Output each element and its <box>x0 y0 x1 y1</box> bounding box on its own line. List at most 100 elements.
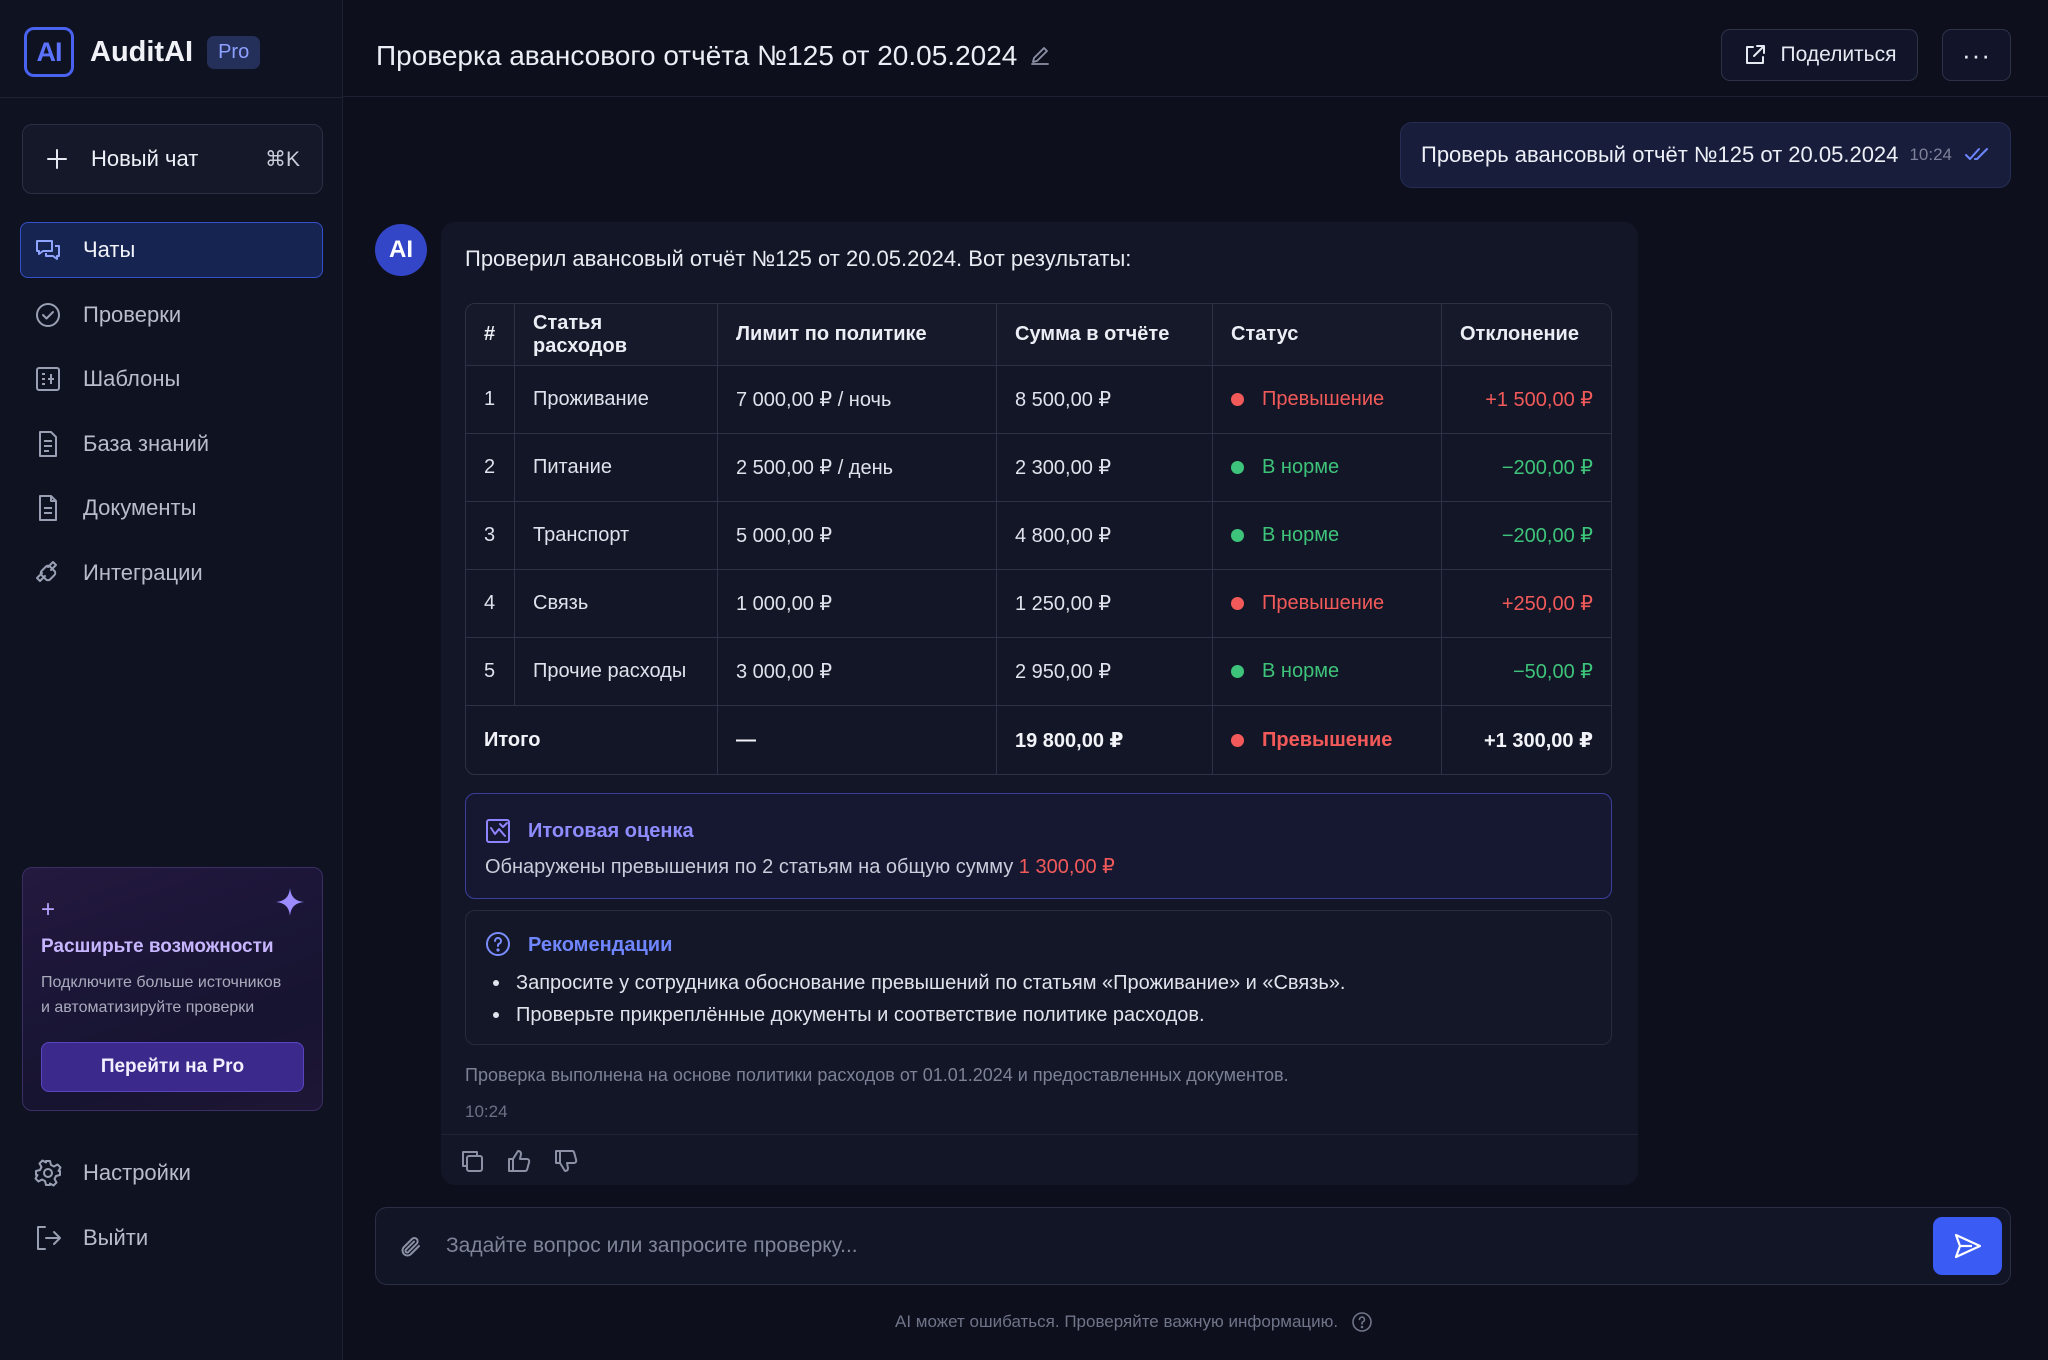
chat-icon <box>36 240 60 260</box>
recommendations-list: Запросите у сотрудника обоснование превы… <box>493 967 1345 1031</box>
message-input[interactable] <box>446 1226 1886 1266</box>
attach-icon[interactable] <box>398 1234 424 1260</box>
column-header: Лимит по политике <box>718 304 997 366</box>
table-row: 1 Проживание 7 000,00 ₽ / ночь 8 500,00 … <box>466 366 1611 434</box>
share-icon <box>1745 45 1765 64</box>
status-dot-icon <box>1231 393 1244 406</box>
sidebar-item-integrations[interactable]: Интеграции <box>20 545 323 601</box>
status-dot-icon <box>1231 461 1244 474</box>
sidebar-item-chats[interactable]: Чаты <box>20 222 323 278</box>
expense-item: Прочие расходы <box>515 638 718 706</box>
status-badge: Превышение <box>1262 728 1393 751</box>
ai-avatar: AI <box>375 224 427 276</box>
column-header: Сумма в отчёте <box>997 304 1213 366</box>
sidebar-item-checks[interactable]: Проверки <box>20 287 323 343</box>
policy-limit: 5 000,00 ₽ <box>718 502 997 570</box>
sidebar-item-label: Шаблоны <box>83 366 181 391</box>
expense-item: Транспорт <box>515 502 718 570</box>
summary-box: Итоговая оценка Обнаружены превышения по… <box>465 793 1612 899</box>
promo-title: Расширьте возможности <box>41 936 274 957</box>
status-badge: Превышение <box>1262 592 1385 614</box>
total-limit: — <box>718 706 997 774</box>
thumbs-up-icon[interactable] <box>506 1148 532 1174</box>
upgrade-to-pro-button[interactable]: Перейти на Pro <box>41 1042 304 1092</box>
sidebar-item-label: Настройки <box>83 1160 191 1185</box>
app-logo-icon: AI <box>24 27 74 77</box>
user-message-bubble: Проверь авансовый отчёт №125 от 20.05.20… <box>1400 122 2011 188</box>
card-divider <box>441 1134 1638 1135</box>
total-label: Итого <box>466 706 718 774</box>
table-total-row: Итого — 19 800,00 ₽ Превышение +1 300,00… <box>466 706 1611 774</box>
upgrade-promo-card: + Расширьте возможности Подключите больш… <box>22 867 323 1111</box>
summary-text-body: Обнаружены превышения по 2 статьям на об… <box>485 856 1014 878</box>
status-badge: В норме <box>1262 524 1340 546</box>
plus-icon <box>47 149 67 169</box>
share-button[interactable]: Поделиться <box>1721 29 1918 81</box>
deviation: −50,00 ₽ <box>1442 638 1611 706</box>
ai-intro-text: Проверил авансовый отчёт №125 от 20.05.2… <box>465 246 1132 271</box>
sidebar-item-label: Выйти <box>83 1224 149 1250</box>
sidebar-bottom-nav: Настройки Выйти <box>20 1145 323 1274</box>
row-number: 5 <box>466 638 515 706</box>
row-number: 3 <box>466 502 515 570</box>
deviation: −200,00 ₽ <box>1442 502 1611 570</box>
list-item: Запросите у сотрудника обоснование превы… <box>493 967 1345 999</box>
total-deviation: +1 300,00 ₽ <box>1483 729 1593 752</box>
row-number: 2 <box>466 434 515 502</box>
recommendations-box: Рекомендации Запросите у сотрудника обос… <box>465 910 1612 1045</box>
double-check-icon <box>1965 148 1988 160</box>
page-title: Проверка авансового отчёта №125 от 20.05… <box>376 40 1018 71</box>
logout-icon <box>37 1225 61 1250</box>
check-circle-icon <box>36 302 60 327</box>
policy-limit: 3 000,00 ₽ <box>718 638 997 706</box>
sidebar-item-label: Интеграции <box>83 559 203 585</box>
sidebar-item-templates[interactable]: Шаблоны <box>20 351 323 407</box>
table-row: 4 Связь 1 000,00 ₽ 1 250,00 ₽ Превышение… <box>466 570 1611 638</box>
policy-limit: 7 000,00 ₽ / ночь <box>718 366 997 434</box>
deviation: −200,00 ₽ <box>1442 434 1611 502</box>
status-dot-icon <box>1231 597 1244 610</box>
brand[interactable]: AI AuditAI Pro <box>24 27 261 77</box>
sidebar-nav: Чаты Проверки Шаблоны База знаний Докуме… <box>20 222 323 609</box>
report-amount: 4 800,00 ₽ <box>997 502 1213 570</box>
status-dot-icon <box>1231 529 1244 542</box>
summary-title: Итоговая оценка <box>528 820 694 842</box>
row-number: 1 <box>466 366 515 434</box>
sidebar-item-documents[interactable]: Документы <box>20 480 323 536</box>
sidebar-item-label: Проверки <box>83 301 182 327</box>
table-header-row: # Статья расходов Лимит по политике Сумм… <box>466 304 1611 366</box>
edit-title-icon[interactable] <box>1029 44 1051 66</box>
status-cell: В норме <box>1213 638 1442 706</box>
recommendations-title: Рекомендации <box>528 934 673 956</box>
help-icon[interactable] <box>1351 1311 1373 1333</box>
sidebar: AI AuditAI Pro Новый чат ⌘K Чаты Проверк… <box>0 0 343 1360</box>
status-badge: Превышение <box>1262 388 1385 410</box>
expense-item: Питание <box>515 434 718 502</box>
plan-badge: Pro <box>207 35 261 69</box>
status-cell: В норме <box>1213 502 1442 570</box>
list-item: Проверьте прикреплённые документы и соот… <box>493 999 1345 1031</box>
thumbs-down-icon[interactable] <box>553 1148 579 1174</box>
status-cell: Превышение <box>1213 570 1442 638</box>
sidebar-item-logout[interactable]: Выйти <box>20 1210 323 1266</box>
disclaimer: AI может ошибаться. Проверяйте важную ин… <box>895 1311 1373 1333</box>
expense-item: Связь <box>515 570 718 638</box>
sidebar-item-settings[interactable]: Настройки <box>20 1145 323 1201</box>
sidebar-item-label: Документы <box>83 495 197 520</box>
column-header: Статья расходов <box>515 304 718 366</box>
column-header: # <box>466 304 515 366</box>
total-amount: 19 800,00 ₽ <box>997 706 1213 774</box>
new-chat-button[interactable]: Новый чат ⌘K <box>22 124 323 194</box>
more-options-button[interactable]: ··· <box>1942 29 2011 81</box>
promo-text-line: и автоматизируйте проверки <box>41 999 255 1016</box>
template-icon <box>36 367 60 391</box>
chat-header: Проверка авансового отчёта №125 от 20.05… <box>343 0 2048 97</box>
sidebar-item-knowledge-base[interactable]: База знаний <box>20 416 323 472</box>
send-button[interactable] <box>1933 1217 2002 1275</box>
copy-icon[interactable] <box>459 1148 485 1174</box>
expense-check-table: # Статья расходов Лимит по политике Сумм… <box>465 303 1612 775</box>
summary-amount: 1 300,00 ₽ <box>1018 856 1115 878</box>
sidebar-divider <box>0 97 343 98</box>
policy-limit: 2 500,00 ₽ / день <box>718 434 997 502</box>
settings-icon <box>34 1159 62 1187</box>
